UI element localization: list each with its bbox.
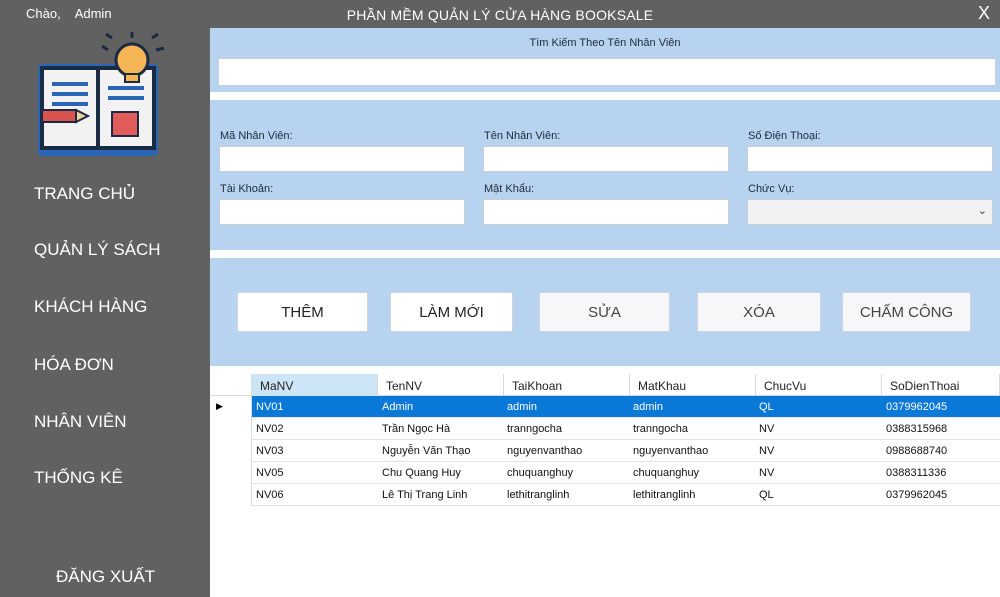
nav-item-customers[interactable]: KHÁCH HÀNG: [34, 297, 147, 317]
table-row[interactable]: NV06 Lê Thị Trang Linh lethitranglinh le…: [210, 484, 1000, 506]
table-cell: NV06: [256, 489, 284, 501]
table-cell: 0379962045: [886, 489, 948, 501]
table-cell: admin: [507, 401, 537, 413]
table-cell: 0388311336: [886, 467, 947, 479]
table-cell: lethitranglinh: [633, 489, 696, 501]
table-cell: chuquanghuy: [633, 467, 700, 479]
table-cell: lethitranglinh: [507, 489, 570, 501]
role-select[interactable]: ⌄: [747, 199, 993, 225]
employee-form-panel: Mã Nhân Viên: Tên Nhân Viên: Số Điện Tho…: [210, 100, 1000, 250]
table-cell: NV: [759, 467, 775, 479]
table-cell: tranngocha: [633, 423, 689, 435]
table-cell: NV: [759, 445, 775, 457]
table-cell: Trần Ngọc Hà: [382, 423, 451, 435]
table-cell: NV: [759, 423, 775, 435]
action-panel: THÊM LÀM MỚI SỬA XÓA CHẤM CÔNG: [210, 258, 1000, 366]
table-cell: NV02: [256, 423, 284, 435]
nav-item-employees[interactable]: NHÂN VIÊN: [34, 412, 127, 432]
column-header-tennv[interactable]: TenNV: [378, 374, 504, 396]
table-cell: nguyenvanthao: [633, 445, 709, 457]
table-cell: Chu Quang Huy: [382, 467, 461, 479]
nav-item-invoices[interactable]: HÓA ĐƠN: [34, 355, 114, 375]
role-label: Chức Vụ:: [748, 183, 795, 195]
table-cell: QL: [759, 489, 774, 501]
employee-id-label: Mã Nhân Viên:: [220, 130, 293, 142]
book-idea-logo-icon: [38, 32, 165, 156]
row-header[interactable]: [210, 440, 252, 462]
column-header-manv[interactable]: MaNV: [252, 374, 378, 396]
table-row[interactable]: NV03 Nguyễn Văn Thạo nguyenvanthao nguye…: [210, 440, 1000, 462]
sidebar: Chào, Admin TRANG CHỦ QUẢN LÝ SÁCH KHÁCH …: [0, 0, 210, 597]
table-cell: 0988688740: [886, 445, 948, 457]
employee-id-field[interactable]: [219, 146, 465, 172]
table-cell: Lê Thị Trang Linh: [382, 489, 468, 501]
greeting-hello: Chào,: [26, 6, 61, 21]
close-button[interactable]: X: [978, 3, 990, 24]
search-input[interactable]: [218, 58, 996, 86]
table-cell: NV05: [256, 467, 284, 479]
password-field[interactable]: [483, 199, 729, 225]
row-header[interactable]: [210, 418, 252, 440]
employee-name-label: Tên Nhân Viên:: [484, 130, 561, 142]
employee-name-field[interactable]: [483, 146, 729, 172]
add-button[interactable]: THÊM: [237, 292, 368, 332]
phone-label: Số Điện Thoại:: [748, 130, 821, 142]
chevron-down-icon: ⌄: [977, 205, 987, 217]
table-cell: Admin: [382, 401, 414, 413]
column-header-taikhoan[interactable]: TaiKhoan: [504, 374, 630, 396]
table-cell: NV03: [256, 445, 284, 457]
edit-button[interactable]: SỬA: [539, 292, 670, 332]
search-panel: Tìm Kiếm Theo Tên Nhân Viên: [210, 28, 1000, 92]
delete-button[interactable]: XÓA: [697, 292, 821, 332]
row-header[interactable]: ▶: [210, 396, 252, 418]
nav-item-statistics[interactable]: THỐNG KÊ: [34, 468, 123, 488]
table-cell: 0388315968: [886, 423, 948, 435]
search-label: Tìm Kiếm Theo Tên Nhân Viên: [529, 37, 681, 49]
employee-table[interactable]: MaNV TenNV TaiKhoan MatKhau ChucVu SoDie…: [210, 374, 1000, 597]
column-header-sodienthoai[interactable]: SoDienThoai: [882, 374, 1000, 396]
nav-item-books[interactable]: QUẢN LÝ SÁCH: [34, 240, 161, 260]
title-bar: PHẦN MỀM QUẢN LÝ CỬA HÀNG BOOKSALE X: [210, 0, 1000, 28]
app-title: PHẦN MỀM QUẢN LÝ CỬA HÀNG BOOKSALE: [346, 7, 654, 23]
current-row-arrow-icon: ▶: [216, 401, 223, 411]
logout-button[interactable]: ĐĂNG XUẤT: [56, 567, 155, 587]
row-header[interactable]: [210, 484, 252, 506]
table-header: MaNV TenNV TaiKhoan MatKhau ChucVu SoDie…: [210, 374, 1000, 396]
greeting-user: Admin: [74, 6, 112, 21]
phone-field[interactable]: [747, 146, 993, 172]
nav-item-home[interactable]: TRANG CHỦ: [34, 184, 135, 204]
table-cell: NV01: [256, 401, 284, 413]
attendance-button[interactable]: CHẤM CÔNG: [842, 292, 971, 332]
column-header-chucvu[interactable]: ChucVu: [756, 374, 882, 396]
table-row[interactable]: NV05 Chu Quang Huy chuquanghuy chuquangh…: [210, 462, 1000, 484]
table-cell: Nguyễn Văn Thạo: [382, 445, 471, 457]
row-header[interactable]: [210, 462, 252, 484]
refresh-button[interactable]: LÀM MỚI: [390, 292, 513, 332]
table-cell: nguyenvanthao: [507, 445, 583, 457]
table-cell: tranngocha: [507, 423, 563, 435]
password-label: Mật Khẩu:: [484, 183, 535, 195]
table-cell: QL: [759, 401, 774, 413]
table-row[interactable]: ▶ NV01 Admin admin admin QL 0379962045: [210, 396, 1000, 418]
table-cell: chuquanghuy: [507, 467, 574, 479]
row-header-corner: [210, 374, 252, 396]
table-cell: admin: [633, 401, 663, 413]
account-label: Tài Khoản:: [220, 183, 274, 195]
table-row[interactable]: NV02 Trần Ngọc Hà tranngocha tranngocha …: [210, 418, 1000, 440]
table-cell: 0379962045: [886, 401, 948, 413]
column-header-matkhau[interactable]: MatKhau: [630, 374, 756, 396]
greeting: Chào, Admin: [26, 6, 112, 21]
account-field[interactable]: [219, 199, 465, 225]
